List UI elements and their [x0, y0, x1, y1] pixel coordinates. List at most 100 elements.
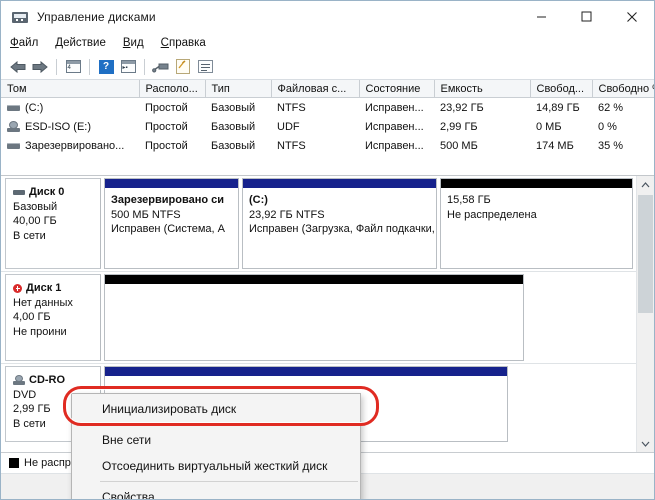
main-content: Том Располо... Тип Файловая с... Состоян…	[1, 80, 654, 499]
toolbar: 4 ? ▸▪	[1, 54, 654, 80]
partition-size: 15,58 ГБ	[447, 194, 491, 206]
disk-name-row-cdrom: CD-RO	[13, 373, 100, 388]
disk-name: Диск 0	[29, 186, 65, 198]
layout-cell: Простой	[145, 101, 188, 114]
window-controls	[519, 1, 654, 32]
column-header-free[interactable]: Свобод...	[530, 80, 593, 98]
legend-swatch-unallocated	[9, 458, 19, 468]
volume-cell: Зарезервировано...	[1, 136, 139, 155]
menu-file[interactable]: Файл	[10, 37, 38, 49]
partition-color-bar	[441, 179, 632, 188]
context-menu-item-properties[interactable]: Свойства	[72, 484, 360, 499]
capacity-cell: 500 МБ	[440, 139, 478, 152]
volume-list-header-row: Том Располо... Тип Файловая с... Состоян…	[1, 80, 654, 98]
free-cell: 14,89 ГБ	[536, 101, 580, 114]
disk-name: CD-RO	[29, 374, 66, 386]
table-row[interactable]: (C:) Простой Базовый NTFS Исправен... 23…	[1, 98, 654, 118]
column-header-volume[interactable]: Том	[1, 80, 140, 98]
disk-row-0[interactable]: Диск 0 Базовый 40,00 ГБ В сети Зарезерви…	[1, 176, 636, 272]
volume-label: (C:)	[25, 101, 44, 114]
rescan-disks-icon[interactable]	[150, 57, 172, 77]
layout-cell: Простой	[145, 120, 188, 133]
disk-name-row-1: Диск 1	[13, 281, 100, 296]
filesystem-cell: UDF	[277, 120, 300, 133]
capacity-cell: 2,99 ГБ	[440, 120, 478, 133]
disk-name: Диск 1	[26, 282, 62, 294]
help-glyph: ?	[98, 59, 114, 74]
partition-c-drive[interactable]: (C:) 23,92 ГБ NTFS Исправен (Загрузка, Ф…	[242, 178, 437, 269]
disk-state: В сети	[13, 229, 46, 242]
disk-management-window: Управление дисками Файл Действие Вид Спр…	[0, 0, 655, 500]
menu-action-rest: ействие	[63, 37, 106, 49]
menu-action-accel: Д	[55, 37, 64, 49]
status-cell: Исправен...	[365, 101, 424, 114]
volume-list-table: Том Располо... Тип Файловая с... Состоян…	[1, 80, 654, 155]
column-header-filesystem[interactable]: Файловая с...	[271, 80, 360, 98]
filesystem-cell: NTFS	[277, 139, 306, 152]
type-cell: Базовый	[211, 101, 256, 114]
create-vhd-icon[interactable]	[172, 57, 194, 77]
free-pct-cell: 0 %	[598, 120, 617, 133]
table-row[interactable]: Зарезервировано... Простой Базовый NTFS …	[1, 136, 654, 155]
partition-system-reserved[interactable]: Зарезервировано си 500 МБ NTFS Исправен …	[104, 178, 239, 269]
scroll-down-icon[interactable]	[637, 435, 654, 452]
maximize-button[interactable]	[564, 1, 609, 32]
status-cell: Исправен...	[365, 120, 424, 133]
help-icon[interactable]: ?	[95, 57, 117, 77]
table-row[interactable]: ESD-ISO (E:) Простой Базовый UDF Исправе…	[1, 117, 654, 136]
disk-partitions-0: Зарезервировано си 500 МБ NTFS Исправен …	[101, 176, 636, 271]
back-arrow-icon[interactable]	[7, 57, 29, 77]
menu-view-accel: В	[122, 37, 131, 49]
disk-header-1[interactable]: Диск 1 Нет данных 4,00 ГБ Не проини	[5, 274, 101, 361]
column-header-type[interactable]: Тип	[205, 80, 272, 98]
properties-icon[interactable]	[194, 57, 216, 77]
disk-state: Не проини	[13, 325, 67, 338]
context-menu-item-detach-vhd[interactable]: Отсоединить виртуальный жесткий диск	[72, 453, 360, 479]
volume-cell: (C:)	[1, 98, 139, 118]
menu-file-accel: Ф	[10, 37, 19, 49]
scrollbar-track[interactable]	[637, 193, 654, 435]
partition-color-bar	[105, 367, 507, 376]
show-hide-console-tree-icon[interactable]: 4	[62, 57, 84, 77]
partition-unallocated[interactable]: 15,58 ГБ Не распределена	[440, 178, 633, 269]
column-header-layout[interactable]: Располо...	[139, 80, 206, 98]
minimize-button[interactable]	[519, 1, 564, 32]
show-action-pane-icon[interactable]: ▸▪	[117, 57, 139, 77]
disk-header-0[interactable]: Диск 0 Базовый 40,00 ГБ В сети	[5, 178, 101, 269]
volume-label: ESD-ISO (E:)	[25, 120, 92, 133]
type-cell: Базовый	[211, 120, 256, 133]
column-header-capacity[interactable]: Емкость	[434, 80, 531, 98]
partition-uninitialized[interactable]	[104, 274, 524, 361]
column-header-status[interactable]: Состояние	[359, 80, 435, 98]
volume-cell: ESD-ISO (E:)	[1, 117, 139, 136]
menu-help[interactable]: Справка	[161, 37, 206, 49]
layout-cell: Простой	[145, 139, 188, 152]
scrollbar-thumb[interactable]	[638, 195, 653, 313]
disk-partitions-1	[101, 272, 636, 363]
free-cell: 0 МБ	[536, 120, 562, 133]
hard-disk-icon	[7, 104, 20, 111]
menu-help-rest: правка	[168, 37, 206, 49]
close-button[interactable]	[609, 1, 654, 32]
free-cell: 174 МБ	[536, 139, 574, 152]
disk-row-1[interactable]: Диск 1 Нет данных 4,00 ГБ Не проини	[1, 272, 636, 364]
title-bar: Управление дисками	[1, 1, 654, 32]
vertical-scrollbar[interactable]	[636, 176, 654, 452]
disk-size: 40,00 ГБ	[13, 215, 57, 227]
menu-action[interactable]: Действие	[55, 37, 106, 49]
scroll-up-icon[interactable]	[637, 176, 654, 193]
partition-color-bar	[105, 179, 238, 188]
filesystem-cell: NTFS	[277, 101, 306, 114]
menu-view[interactable]: Вид	[123, 37, 144, 49]
disk-error-icon	[13, 283, 22, 293]
toolbar-separator-1	[56, 58, 57, 75]
column-header-free-pct[interactable]: Свободно %	[592, 80, 654, 98]
context-menu-icon-strip	[72, 394, 99, 499]
free-pct-cell: 62 %	[598, 101, 624, 114]
context-menu-item-initialize-disk[interactable]: Инициализировать диск	[72, 396, 360, 422]
disk-context-menu: Инициализировать диск Вне сети Отсоедини…	[71, 393, 361, 499]
forward-arrow-icon[interactable]	[29, 57, 51, 77]
context-menu-item-offline[interactable]: Вне сети	[72, 427, 360, 453]
disk-type: Нет данных	[13, 296, 73, 309]
disk-size: 4,00 ГБ	[13, 311, 51, 323]
